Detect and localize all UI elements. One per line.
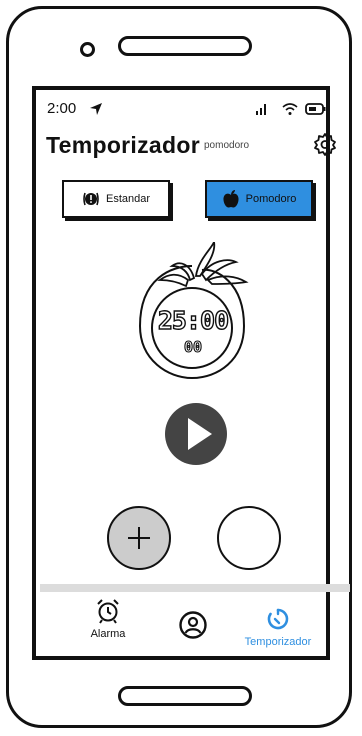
apple-icon: [223, 190, 239, 208]
nav-label-alarma: Alarma: [90, 628, 126, 640]
nav-item-profile[interactable]: [178, 610, 208, 640]
home-button[interactable]: [118, 686, 252, 706]
pomodoro-mode-label: Pomodoro: [245, 193, 297, 205]
cellular-signal-icon: [256, 104, 266, 115]
battery-icon: [305, 103, 326, 115]
timer-icon: [267, 608, 289, 630]
camera-icon: [80, 42, 95, 57]
gear-icon[interactable]: [313, 132, 337, 156]
wifi-icon: [282, 103, 298, 115]
nav-item-alarma[interactable]: Alarma: [78, 598, 138, 640]
timer-subdisplay: 00: [183, 337, 203, 356]
speaker-slot: [118, 36, 252, 56]
add-button[interactable]: [106, 505, 172, 571]
alert-icon: [83, 192, 99, 206]
alarm-clock-icon: [97, 599, 119, 624]
location-arrow-icon: [90, 103, 102, 115]
nav-item-temporizador[interactable]: Temporizador: [236, 606, 320, 648]
page-subtitle: pomodoro: [204, 140, 250, 151]
standard-mode-label: Estandar: [105, 193, 151, 205]
timer-display: 25:00: [157, 305, 230, 335]
nav-divider: [40, 584, 350, 592]
page-title: Temporizador: [46, 132, 200, 158]
status-time: 2:00: [47, 100, 77, 117]
nav-label-temporizador: Temporizador: [244, 636, 312, 648]
pomodoro-mode-button[interactable]: Pomodoro: [205, 180, 313, 218]
play-button[interactable]: [164, 402, 228, 466]
standard-mode-button[interactable]: Estandar: [62, 180, 170, 218]
empty-circle-button[interactable]: [216, 505, 282, 571]
